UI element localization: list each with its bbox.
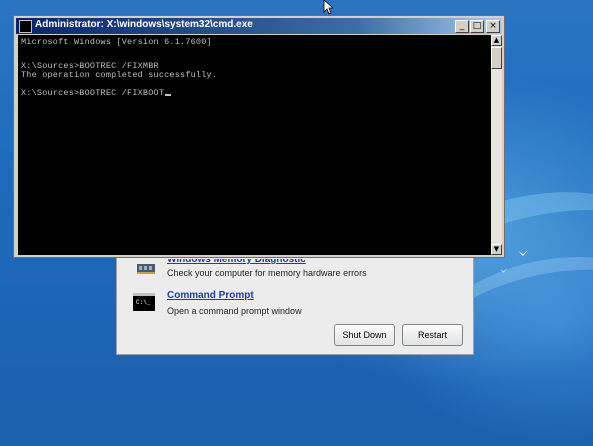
command-prompt-description: Open a command prompt window [167, 306, 302, 316]
console-line: Microsoft Windows [Version 6.1.7600] [21, 37, 212, 47]
close-button[interactable]: × [486, 20, 500, 33]
console-command: X:\Sources>BOOTREC /FIXBOOT [21, 88, 165, 98]
console-prompt-line[interactable]: X:\Sources>BOOTREC /FIXBOOT [21, 88, 172, 98]
title-bar[interactable]: Administrator: X:\windows\system32\cmd.e… [16, 18, 502, 34]
bird-icon [500, 268, 507, 273]
scroll-up-icon[interactable]: ▲ [491, 35, 502, 46]
memory-chip-icon [137, 264, 155, 274]
cmd-app-icon [19, 20, 32, 33]
scroll-thumb[interactable] [491, 47, 502, 69]
scroll-down-icon[interactable]: ▼ [491, 244, 502, 255]
shut-down-button[interactable]: Shut Down [334, 324, 395, 346]
restart-button[interactable]: Restart [402, 324, 463, 346]
mouse-pointer-icon [323, 0, 333, 15]
cmd-window[interactable]: Administrator: X:\windows\system32\cmd.e… [13, 15, 505, 258]
console-output[interactable]: Microsoft Windows [Version 6.1.7600] X:\… [18, 35, 491, 255]
window-title: Administrator: X:\windows\system32\cmd.e… [35, 19, 253, 30]
maximize-button[interactable]: □ [470, 20, 484, 33]
system-recovery-options-dialog: Windows Memory Diagnostic Check your com… [116, 250, 474, 355]
command-prompt-link[interactable]: Command Prompt [167, 290, 254, 301]
text-cursor [165, 94, 172, 96]
memory-diagnostic-description: Check your computer for memory hardware … [167, 268, 367, 278]
command-prompt-icon: C:\_ [133, 293, 155, 311]
console-line: The operation completed successfully. [21, 70, 218, 80]
vertical-scrollbar[interactable]: ▲ ▼ [491, 35, 502, 255]
minimize-button[interactable]: _ [455, 20, 469, 33]
svg-text:C:\_: C:\_ [136, 299, 151, 306]
bird-icon [518, 250, 528, 256]
